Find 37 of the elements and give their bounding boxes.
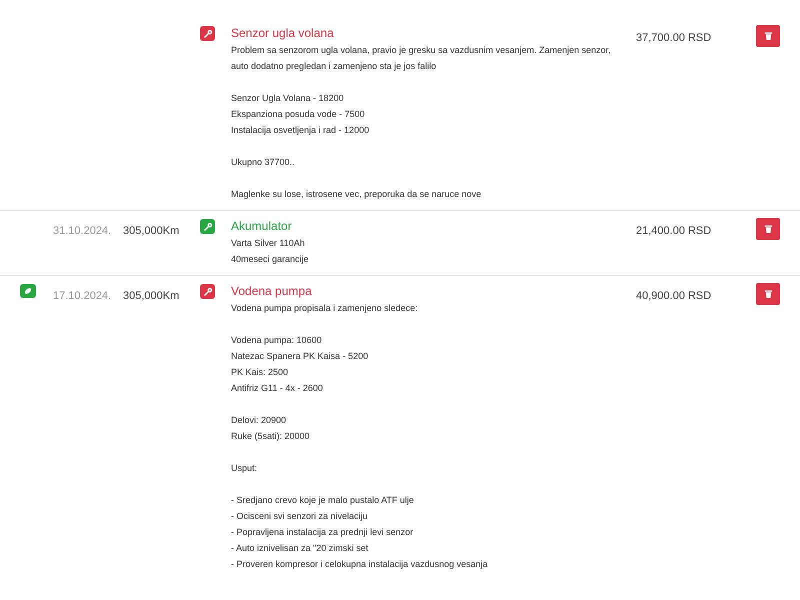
delete-button[interactable] xyxy=(756,25,780,47)
description-line: Maglenke su lose, istrosene vec, preporuka da se naruce nove xyxy=(231,188,482,201)
service-title: Senzor ugla volana xyxy=(231,25,335,41)
mileage: 305,000Km xyxy=(123,225,180,237)
description-line: - Proveren kompresor i celokupna instalacija vazdusnog vesanja xyxy=(231,558,489,571)
delete-button[interactable] xyxy=(756,218,780,240)
description-line: Ekspanziona posuda vode - 7500 xyxy=(231,108,366,121)
description-line: Antifriz G11 - 4x - 2600 xyxy=(231,382,324,395)
description-line: Ukupno 37700.. xyxy=(231,156,296,169)
date: 31.10.2024. xyxy=(53,225,112,237)
description-line: Varta Silver 110Ah xyxy=(231,237,306,250)
delete-button[interactable] xyxy=(756,283,780,305)
description-line: 40meseci garancije xyxy=(231,253,310,266)
description-line: Vodena pumpa propisala i zamenjeno sledece: xyxy=(231,302,419,315)
date: 17.10.2024. xyxy=(53,290,112,302)
description-line: Senzor Ugla Volana - 18200 xyxy=(231,92,345,105)
description-line: Usput: xyxy=(231,462,258,475)
mileage: 305,000Km xyxy=(123,290,180,302)
description-line: - Popravljena instalacija za prednji levi senzor xyxy=(231,526,414,539)
description-line: Vodena pumpa: 10600 xyxy=(231,334,323,347)
trash-icon xyxy=(764,31,772,41)
trash-icon xyxy=(764,224,772,234)
description-line: Instalacija osvetljenja i rad - 12000 xyxy=(231,124,370,137)
price: 21,400.00 RSD xyxy=(636,225,712,237)
price: 40,900.00 RSD xyxy=(636,290,712,302)
description-line: Ruke (5sati): 20000 xyxy=(231,430,311,443)
service-title: Vodena pumpa xyxy=(231,283,313,299)
description-line: - Auto iznivelisan za "20 zimski set xyxy=(231,542,370,555)
description-line: Natezac Spanera PK Kaisa - 5200 xyxy=(231,350,370,363)
service-title: Akumulator xyxy=(231,218,293,234)
price: 37,700.00 RSD xyxy=(636,32,712,44)
description-line: Problem sa senzorom ugla volana, pravio je gresku sa vazdusnim vesanjem. Zamenjen senzor, auto dodatno pregledan i zamenjeno sta je jos falilo xyxy=(231,44,612,73)
trash-icon xyxy=(764,289,772,299)
description-line: Delovi: 20900 xyxy=(231,414,288,427)
description-line: PK Kais: 2500 xyxy=(231,366,290,379)
description-line: - Sredjano crevo koje je malo pustalo ATF ulje xyxy=(231,494,415,507)
description-line: - Ocisceni svi senzori za nivelaciju xyxy=(231,510,369,523)
